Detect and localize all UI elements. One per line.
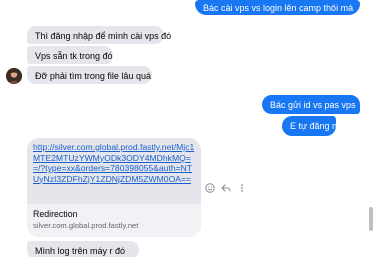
outgoing-message[interactable]: Bác cài vps vs login lên camp thôi mà <box>195 0 360 15</box>
contact-avatar[interactable] <box>6 68 22 84</box>
reply-arrow-icon[interactable] <box>220 183 231 194</box>
outgoing-message[interactable]: E tự đăng nhập <box>282 116 352 136</box>
link-preview-domain: silver.com.global.prod.fastly.net <box>33 221 139 230</box>
message-text: Vps sẵn tk trong đó <box>35 51 113 61</box>
message-text: Đỡ phải tìm trong file lâu quá <box>35 71 151 81</box>
incoming-message[interactable]: Thì đăng nhập để mình cài vps đó <box>27 26 171 44</box>
incoming-message[interactable]: Mình log trên máy r đó <box>27 241 139 257</box>
link-preview-footer[interactable]: Redirection silver.com.global.prod.fastl… <box>27 204 201 237</box>
incoming-message[interactable]: Vps sẵn tk trong đó <box>27 46 113 64</box>
link-preview-title: Redirection <box>33 209 78 219</box>
link-url[interactable]: http://silver.com.global.prod.fastly.net… <box>33 142 198 184</box>
message-text: E tự đăng nhập <box>290 121 353 131</box>
incoming-message[interactable]: Đỡ phải tìm trong file lâu quá <box>27 66 152 84</box>
outgoing-message[interactable]: Bác gửi id vs pas vps <box>262 95 360 114</box>
scrollbar[interactable] <box>369 207 373 231</box>
smiley-face-icon[interactable] <box>204 183 215 194</box>
message-text: Mình log trên máy r đó <box>35 246 126 256</box>
avatar-image <box>6 68 22 84</box>
message-actions <box>204 182 247 194</box>
more-dots-icon[interactable] <box>236 183 247 194</box>
message-text: Bác gửi id vs pas vps <box>270 100 356 110</box>
link-preview-card[interactable]: http://silver.com.global.prod.fastly.net… <box>27 138 201 237</box>
message-text: Thì đăng nhập để mình cài vps đó <box>35 31 172 41</box>
message-text: Bác cài vps vs login lên camp thôi mà <box>203 3 354 13</box>
